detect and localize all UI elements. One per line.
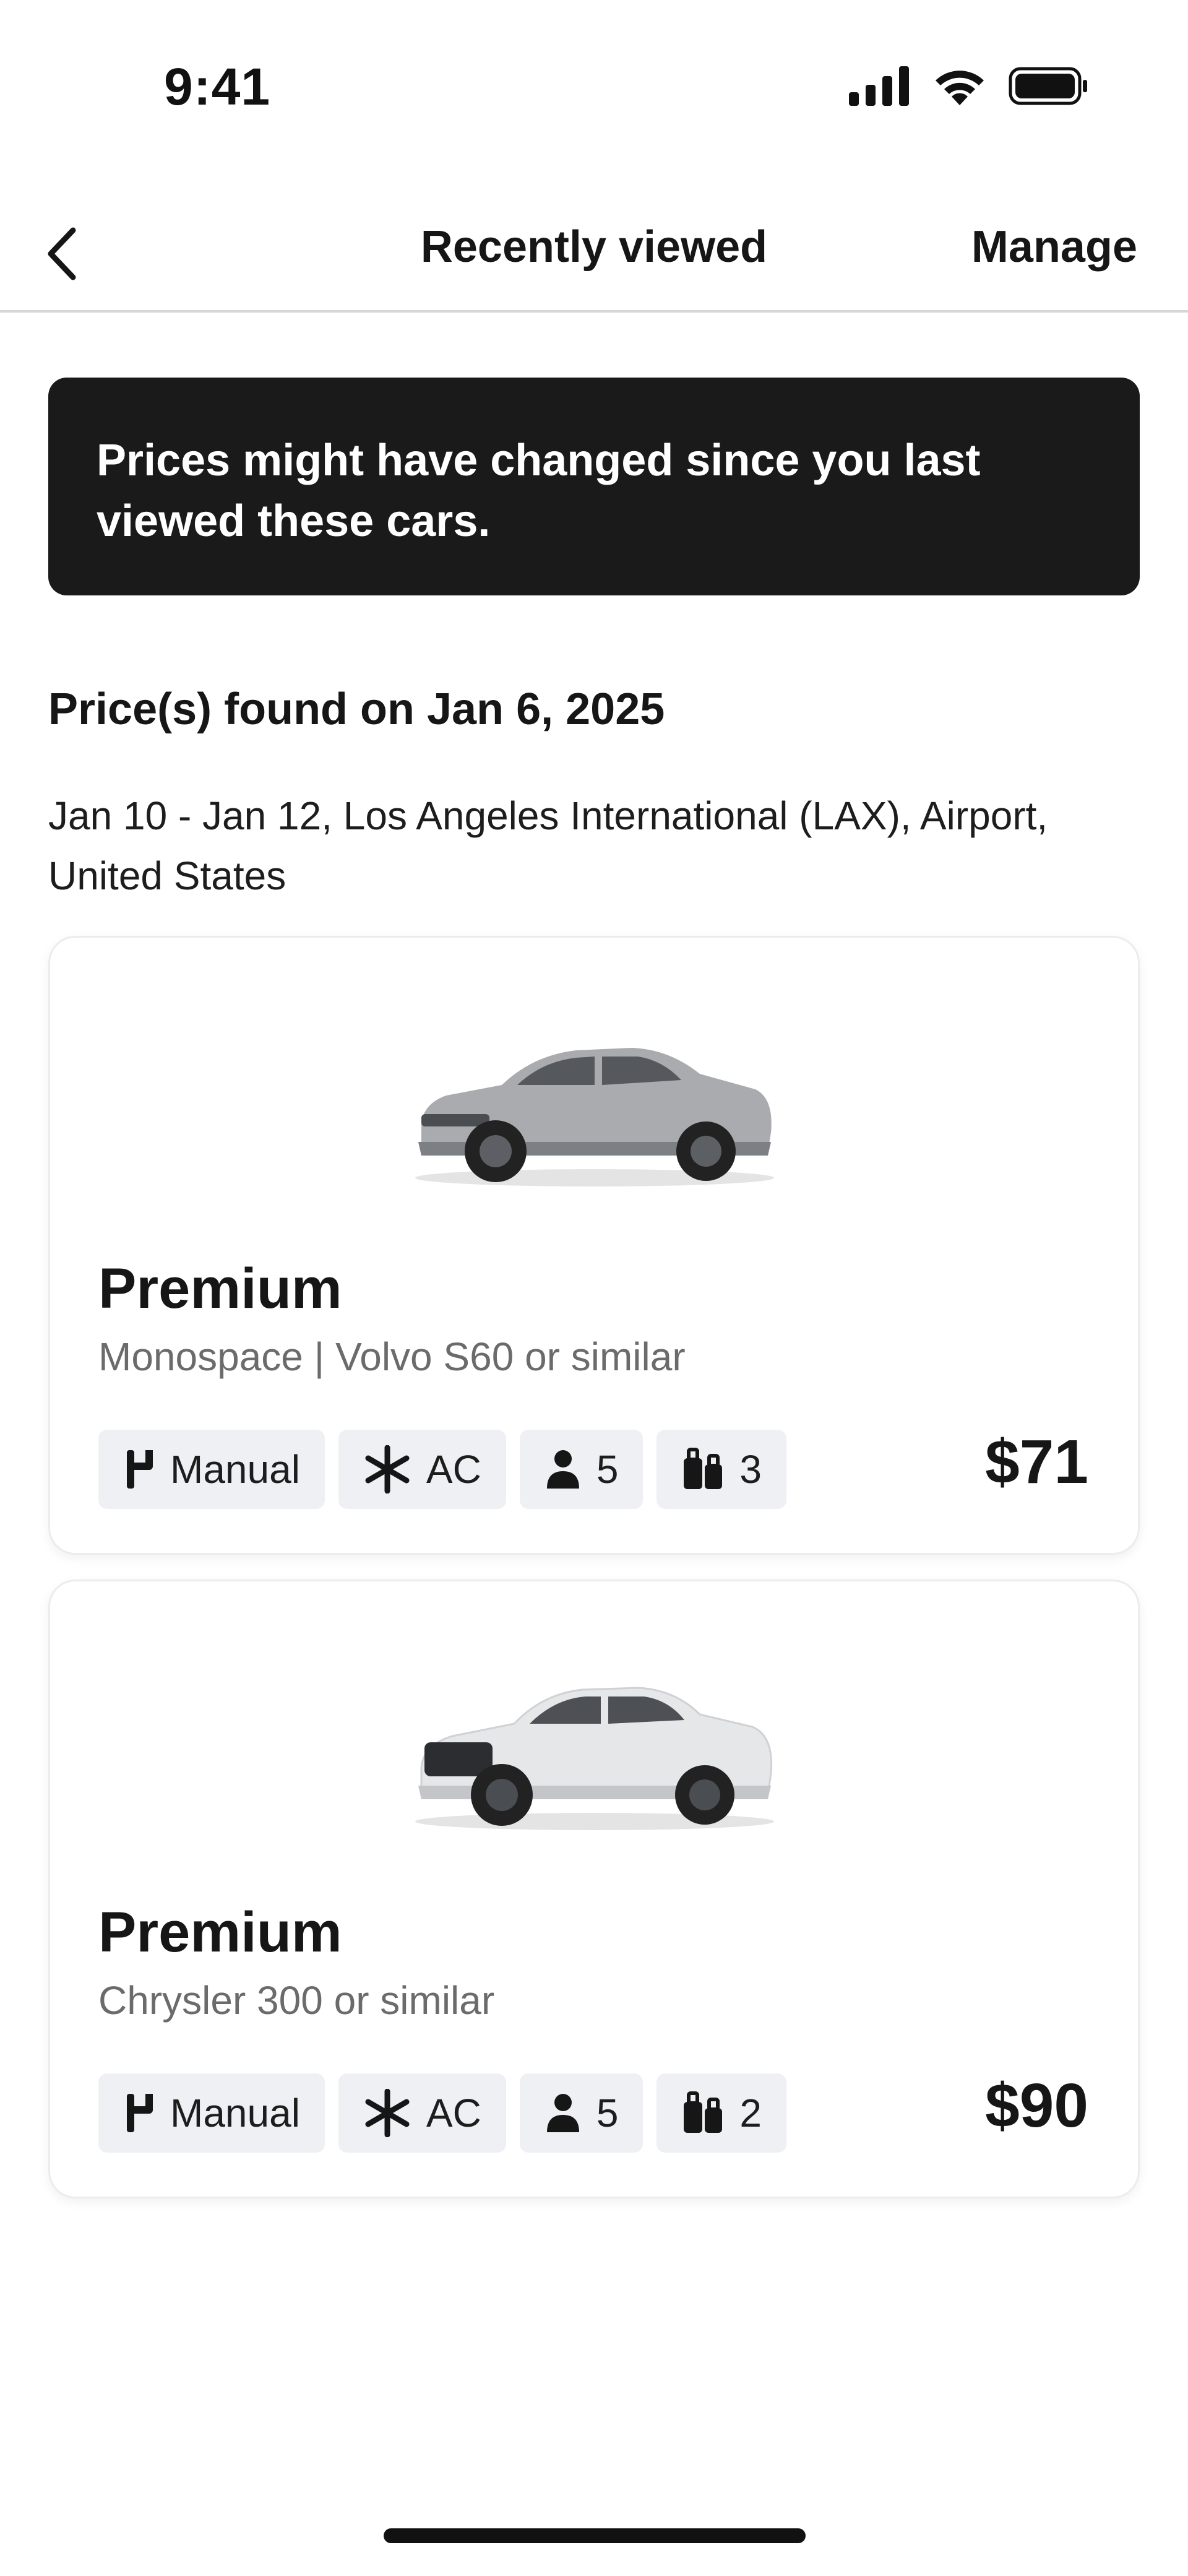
gear-shift-icon xyxy=(127,2094,153,2132)
person-icon xyxy=(546,2094,579,2132)
car-card[interactable]: Premium Monospace | Volvo S60 or similar… xyxy=(48,936,1140,1555)
seats-count: 5 xyxy=(596,1447,619,1492)
transmission-chip: Manual xyxy=(98,1430,325,1509)
car-card[interactable]: Premium Chrysler 300 or similar Manual A… xyxy=(48,1580,1140,2198)
car-category: Premium xyxy=(98,1257,342,1320)
luggage-icon xyxy=(684,2091,723,2133)
gear-shift-icon xyxy=(127,1450,153,1489)
recently-viewed-screen: 9:41 Recently viewed Manage Prices might… xyxy=(0,0,1188,2576)
car-model: Chrysler 300 or similar xyxy=(98,1978,495,2023)
ac-label: AC xyxy=(426,1447,481,1492)
trip-details: Jan 10 - Jan 12, Los Angeles Internation… xyxy=(48,793,1048,898)
transmission-label: Manual xyxy=(170,1447,300,1492)
bags-chip: 2 xyxy=(656,2073,786,2153)
status-time: 9:41 xyxy=(164,58,271,116)
battery-icon xyxy=(1009,67,1087,105)
cellular-signal-icon xyxy=(849,66,909,106)
bags-count: 2 xyxy=(739,2091,762,2135)
seats-count: 5 xyxy=(596,2091,619,2135)
seats-chip: 5 xyxy=(519,2073,644,2153)
prices-found-title: Price(s) found on Jan 6, 2025 xyxy=(48,685,665,734)
snowflake-icon xyxy=(365,2089,410,2137)
car-price: $90 xyxy=(985,2071,1088,2140)
person-icon xyxy=(546,1450,579,1489)
car-features: Manual AC 5 xyxy=(98,2073,786,2153)
manage-button[interactable]: Manage xyxy=(971,222,1137,272)
car-model: Monospace | Volvo S60 or similar xyxy=(98,1334,686,1379)
bags-count: 3 xyxy=(739,1447,762,1492)
home-indicator[interactable] xyxy=(384,2528,806,2543)
nav-bar: Recently viewed Manage xyxy=(0,198,1188,313)
status-bar: 9:41 xyxy=(0,0,1188,155)
car-image xyxy=(415,1048,774,1186)
car-category: Premium xyxy=(98,1901,342,1964)
ac-chip: AC xyxy=(338,2073,506,2153)
ac-chip: AC xyxy=(338,1430,506,1509)
snowflake-icon xyxy=(365,1445,410,1493)
luggage-icon xyxy=(684,1448,723,1489)
car-features: Manual AC 5 xyxy=(98,1430,786,1509)
transmission-chip: Manual xyxy=(98,2073,325,2153)
wifi-icon xyxy=(936,71,984,105)
transmission-label: Manual xyxy=(170,2091,300,2135)
bags-chip: 3 xyxy=(656,1430,786,1509)
car-price: $71 xyxy=(985,1427,1088,1497)
seats-chip: 5 xyxy=(519,1430,644,1509)
price-change-banner: Prices might have changed since you last… xyxy=(48,378,1140,595)
banner-text: Prices might have changed since you last… xyxy=(97,436,981,546)
status-icons xyxy=(849,64,1089,108)
car-image xyxy=(415,1687,774,1830)
ac-label: AC xyxy=(426,2091,481,2135)
